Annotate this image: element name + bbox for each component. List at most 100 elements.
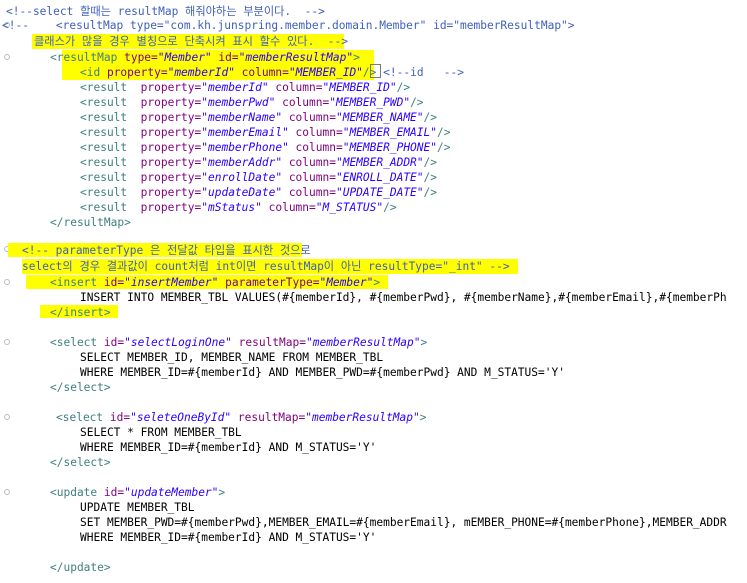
code-token-val: "seleteOneById": [130, 411, 238, 424]
code-line[interactable]: <result property="memberPhone" column="M…: [80, 140, 450, 155]
code-line[interactable]: select의 경우 결과값이 count처럼 int이면 resultMap이…: [22, 259, 510, 274]
code-line[interactable]: </select>: [50, 380, 111, 395]
code-token-attr: property=: [140, 111, 202, 124]
code-line[interactable]: <result property="enrollDate" column="EN…: [80, 170, 437, 185]
code-token-attr: column=: [288, 171, 336, 184]
code-line[interactable]: <update id="updateMember">: [50, 485, 225, 500]
code-token-val: "mStatus": [201, 201, 269, 214]
code-token-tag: />: [423, 156, 438, 169]
code-token-comment: 클래스가 많을 경우 별칭으로 단축시켜 표시 할수 있다. -->: [34, 35, 348, 48]
code-token-val: "memberResultMap": [305, 336, 421, 349]
code-token-text: WHERE MEMBER_ID=#{memberId} AND M_STATUS…: [80, 441, 377, 454]
code-token-text: SELECT MEMBER_ID, MEMBER_NAME FROM MEMBE…: [80, 351, 384, 364]
code-token-tag: />: [410, 96, 424, 109]
code-line[interactable]: 클래스가 많을 경우 별칭으로 단축시켜 표시 할수 있다. -->: [34, 34, 348, 49]
code-token-comment: <!--select 할때는 resultMap 해줘야하는 부분이다. -->: [6, 5, 325, 18]
code-token-tag: />: [383, 201, 397, 214]
code-token-tag: <result: [80, 81, 141, 94]
xml-code-editor[interactable]: <!--select 할때는 resultMap 해줘야하는 부분이다. -->…: [0, 0, 747, 583]
code-line[interactable]: <result property="memberPwd" column="MEM…: [80, 95, 424, 110]
code-line[interactable]: WHERE MEMBER_ID=#{memberId} AND M_STATUS…: [80, 440, 376, 455]
fold-marker-icon[interactable]: [4, 279, 10, 285]
code-token-tag: <insert: [50, 276, 104, 289]
code-line[interactable]: <result property="mStatus" column="M_STA…: [80, 200, 397, 215]
code-token-text: UPDATE MEMBER_TBL: [80, 501, 195, 514]
code-token-text: SELECT * FROM MEMBER_TBL: [80, 426, 242, 439]
code-line[interactable]: <result property="memberName" column="ME…: [80, 110, 437, 125]
code-line[interactable]: WHERE MEMBER_ID=#{memberId} AND M_STATUS…: [80, 530, 376, 545]
code-token-tag: <result: [80, 96, 141, 109]
code-token-attr: id=: [103, 486, 125, 499]
code-token-tag: <update: [50, 486, 104, 499]
code-token-tag: <select: [50, 336, 104, 349]
code-token-val: "MEMBER_PWD": [329, 96, 411, 109]
fold-marker-icon[interactable]: [4, 339, 10, 345]
code-token-tag: />: [437, 141, 451, 154]
code-token-tag: </select>: [50, 381, 111, 394]
code-token-tag: <result: [80, 171, 141, 184]
code-token-val: "memberPhone": [201, 141, 296, 154]
code-token-val: "updateDate": [201, 186, 289, 199]
code-token-tag: >: [420, 336, 428, 349]
code-token-attr: resultMap=: [238, 336, 306, 349]
code-line[interactable]: WHERE MEMBER_ID=#{memberId} AND MEMBER_P…: [80, 365, 565, 380]
code-token-attr: parameterType=: [225, 276, 320, 289]
code-line[interactable]: <result property="memberId" column="MEMB…: [80, 80, 410, 95]
code-token-val: "memberPwd": [201, 96, 283, 109]
code-line[interactable]: <select id="selectLoginOne" resultMap="m…: [50, 335, 427, 350]
code-token-tag: <id: [80, 66, 107, 79]
code-token-attr: property=: [140, 96, 202, 109]
code-token-attr: column=: [275, 81, 323, 94]
code-line[interactable]: SELECT * FROM MEMBER_TBL: [80, 425, 242, 440]
code-token-tag: <result: [80, 156, 141, 169]
code-line[interactable]: <result property="updateDate" column="UP…: [80, 185, 437, 200]
code-token-val: "memberId": [201, 81, 276, 94]
code-token-val: "MEMBER_NAME": [335, 111, 424, 124]
code-token-attr: property=: [140, 186, 202, 199]
code-line[interactable]: <id property="memberId" column="MEMBER_I…: [80, 65, 464, 80]
code-token-attr: column=: [295, 126, 343, 139]
code-line[interactable]: SELECT MEMBER_ID, MEMBER_NAME FROM MEMBE…: [80, 350, 383, 365]
code-token-attr: property=: [140, 141, 202, 154]
code-line[interactable]: </select>: [50, 455, 111, 470]
code-token-attr: resultMap=: [237, 411, 306, 424]
code-token-attr: column=: [288, 156, 336, 169]
code-token-attr: type=: [124, 51, 158, 64]
code-token-tag: <result: [80, 126, 141, 139]
code-token-attr: property=: [140, 156, 202, 169]
code-line[interactable]: <!-- parameterType 은 전달값 타입을 표시한 것으로: [22, 243, 311, 258]
code-token-tag: />: [437, 126, 451, 139]
code-token-attr: id=: [103, 276, 125, 289]
code-line[interactable]: <result property="memberAddr" column="ME…: [80, 155, 437, 170]
fold-marker-icon[interactable]: [4, 414, 10, 420]
code-line[interactable]: INSERT INTO MEMBER_TBL VALUES(#{memberId…: [80, 290, 727, 305]
code-token-val: "memberResultMap": [238, 51, 354, 64]
code-token-attr: column=: [288, 111, 336, 124]
code-token-text: SET MEMBER_PWD=#{memberPwd},MEMBER_EMAIL…: [80, 516, 727, 529]
code-line[interactable]: <select id="seleteOneById" resultMap="me…: [56, 410, 427, 425]
code-token-val: "Member": [157, 51, 219, 64]
code-line[interactable]: <insert id="insertMember" parameterType=…: [50, 275, 380, 290]
code-line[interactable]: <resultMap type="Member" id="memberResul…: [50, 50, 360, 65]
code-line[interactable]: SET MEMBER_PWD=#{memberPwd},MEMBER_EMAIL…: [80, 515, 727, 530]
code-line[interactable]: </insert>: [50, 305, 111, 320]
code-token-comment: <!--: [2, 19, 29, 32]
fold-marker-icon[interactable]: [4, 489, 10, 495]
code-line[interactable]: <result property="memberEmail" column="M…: [80, 125, 450, 140]
code-token-comment: select의 경우 결과값이 count처럼 int이면 resultMap이…: [22, 260, 510, 273]
code-token-tag: >: [218, 486, 226, 499]
code-token-val: "memberId": [167, 66, 242, 79]
code-line[interactable]: </update>: [50, 560, 111, 575]
code-token-val: "UPDATE_DATE": [335, 186, 424, 199]
code-line[interactable]: </resultMap>: [50, 215, 131, 230]
code-token-val: "memberResultMap": [305, 411, 420, 424]
code-token-val: "insertMember": [124, 276, 226, 289]
code-line[interactable]: UPDATE MEMBER_TBL: [80, 500, 195, 515]
code-token-tag: />: [362, 66, 384, 79]
fold-marker-icon[interactable]: [4, 54, 10, 60]
code-token-attr: property=: [106, 66, 168, 79]
code-token-comment: <!--id -->: [383, 66, 464, 79]
code-line[interactable]: <!--select 할때는 resultMap 해줘야하는 부분이다. -->: [6, 4, 325, 19]
code-token-val: "updateMember": [124, 486, 219, 499]
code-line[interactable]: <!-- <resultMap type="com.kh.junspring.m…: [2, 18, 575, 33]
